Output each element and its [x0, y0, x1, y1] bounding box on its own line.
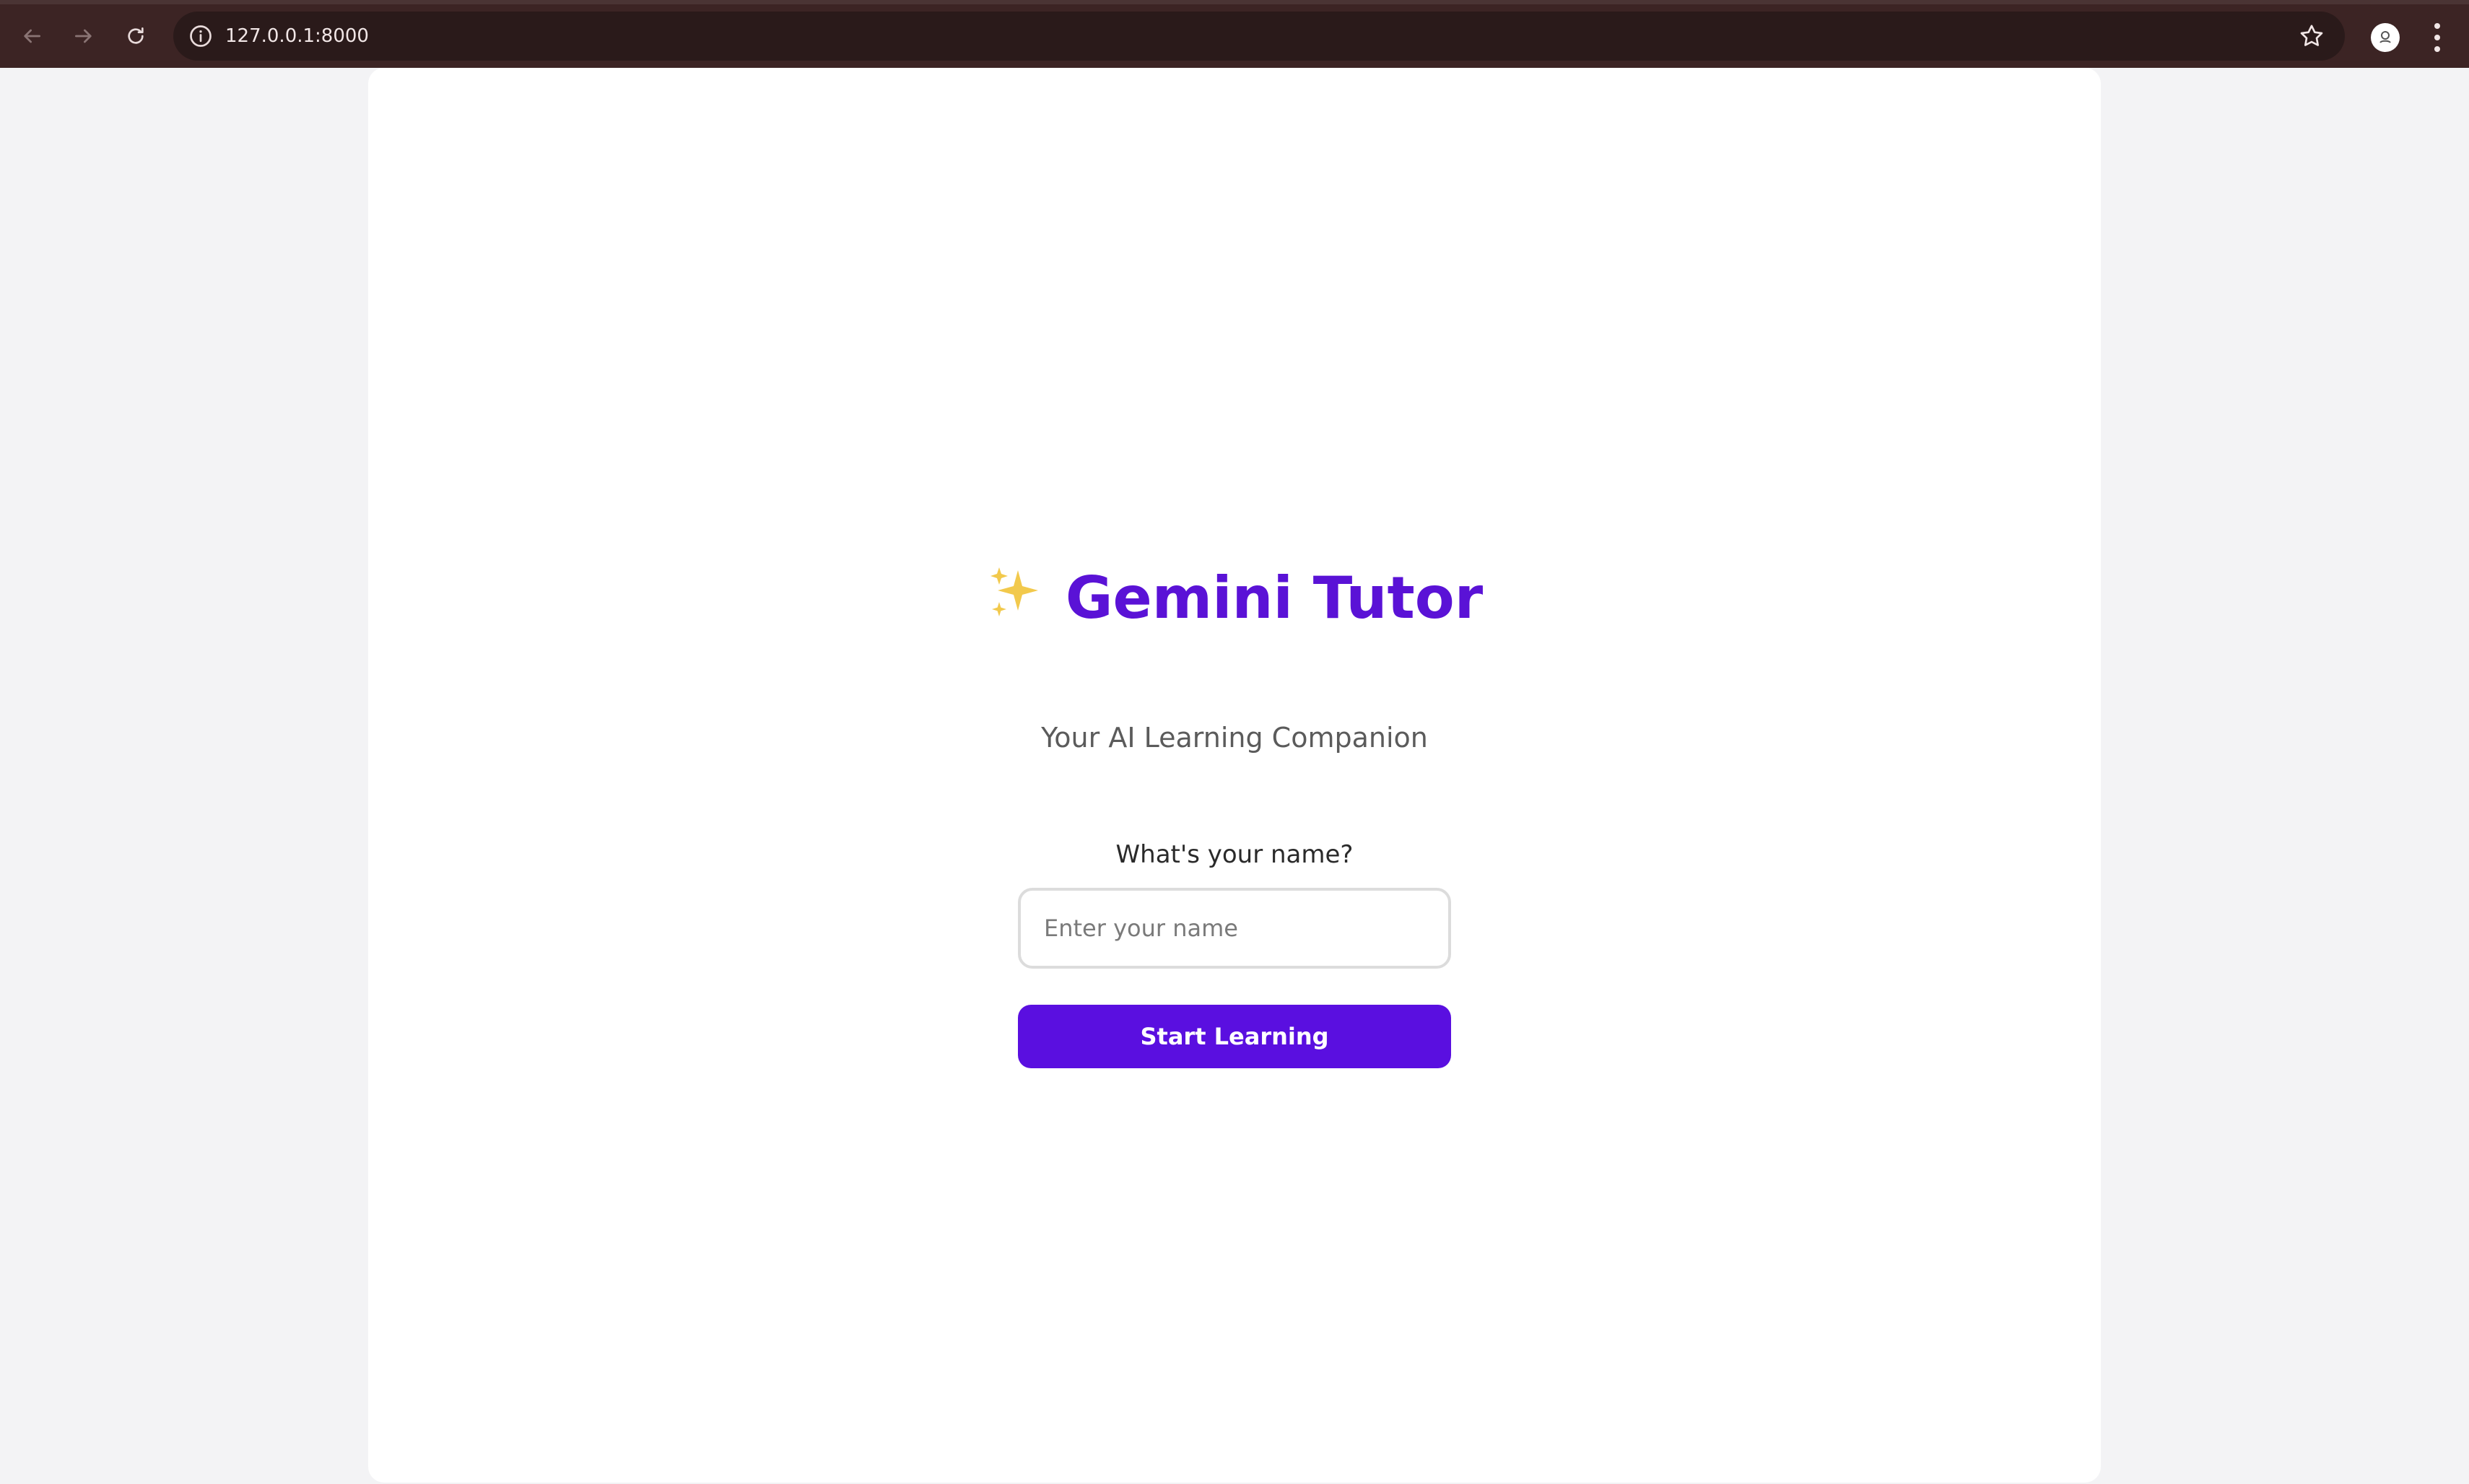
login-card: Gemini Tutor Your AI Learning Companion …	[368, 68, 2101, 1483]
app-title: Gemini Tutor	[368, 562, 2101, 634]
forward-button[interactable]	[66, 19, 101, 53]
bookmark-star-icon[interactable]	[2297, 22, 2326, 51]
profile-avatar[interactable]	[2371, 23, 2400, 52]
url-text[interactable]: 127.0.0.1:8000	[225, 12, 369, 61]
address-bar[interactable]: 127.0.0.1:8000	[173, 12, 2345, 61]
name-prompt-label: What's your name?	[1115, 840, 1354, 869]
back-button[interactable]	[14, 19, 49, 53]
back-arrow-icon	[24, 29, 40, 43]
browser-toolbar: 127.0.0.1:8000	[0, 0, 2469, 68]
start-learning-button[interactable]: Start Learning	[1018, 1005, 1451, 1068]
site-info-icon[interactable]	[188, 23, 214, 49]
browser-menu-icon[interactable]	[2427, 20, 2447, 55]
app-title-text: Gemini Tutor	[1065, 564, 1484, 632]
reload-button[interactable]	[118, 19, 153, 53]
sparkles-icon	[990, 567, 1038, 616]
reload-icon	[128, 27, 144, 44]
profile-icon	[2379, 31, 2391, 43]
name-input[interactable]	[1018, 888, 1451, 969]
app-subtitle: Your AI Learning Companion	[1041, 722, 1428, 754]
forward-arrow-icon	[75, 29, 92, 43]
